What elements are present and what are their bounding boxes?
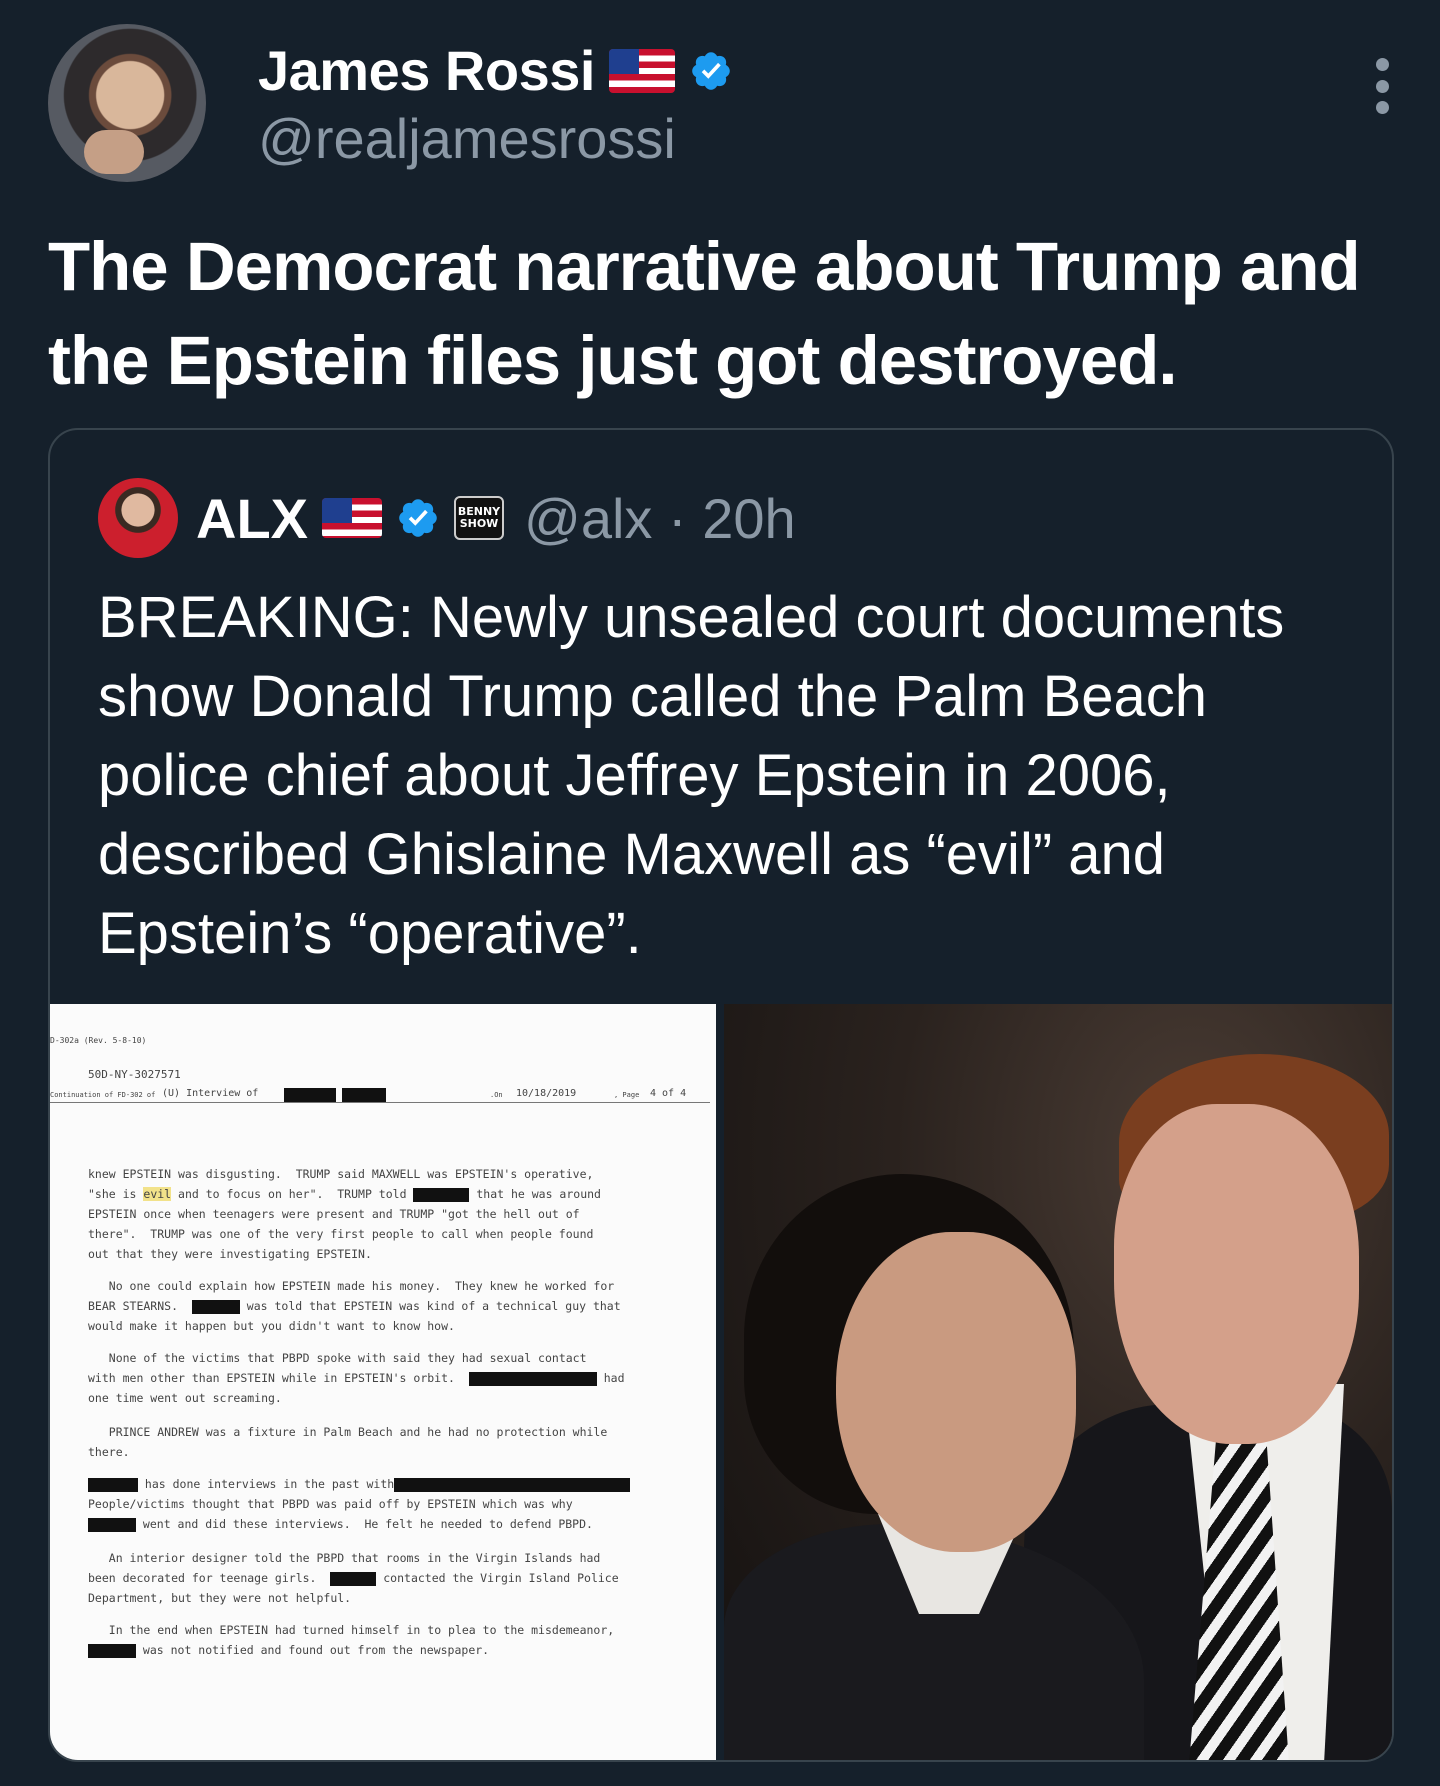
doc-continuation-row: Continuation of FD-302 of (U) Interview …	[50, 1088, 710, 1103]
redaction	[413, 1187, 470, 1202]
doc-line: with men other than EPSTEIN while in EPS…	[88, 1371, 469, 1385]
doc-line: went and did these interviews. He felt h…	[136, 1517, 593, 1531]
post-text: The Democrat narrative about Trump and t…	[48, 228, 1361, 399]
redaction	[191, 1299, 240, 1314]
us-flag-icon	[322, 498, 382, 538]
quoted-post[interactable]: ALX BENNY SHOW @alx · 20h BREAKING: Newl…	[48, 428, 1394, 1762]
doc-paragraph-1: knew EPSTEIN was disgusting. TRUMP said …	[88, 1164, 688, 1264]
quoted-media[interactable]: D-302a (Rev. 5-8-10) 50D-NY-3027571 Cont…	[50, 1004, 1392, 1760]
doc-line: had	[596, 1371, 625, 1385]
quoted-author-avatar[interactable]	[98, 478, 178, 558]
photo-image[interactable]	[724, 1004, 1392, 1760]
doc-page-label: , Page	[614, 1091, 640, 1099]
doc-line: and to focus on her". TRUMP told	[171, 1187, 414, 1201]
redaction	[330, 1571, 377, 1586]
author-name-row: James Rossi	[258, 38, 733, 103]
photo-man-face	[1114, 1104, 1359, 1444]
more-options-icon[interactable]	[1372, 58, 1392, 114]
photo-woman-face	[836, 1232, 1076, 1552]
author-name[interactable]: James Rossi	[258, 38, 595, 103]
doc-page: 4 of 4	[650, 1088, 687, 1099]
doc-form-number: D-302a (Rev. 5-8-10)	[50, 1036, 147, 1045]
redaction	[88, 1517, 136, 1532]
doc-line: BEAR STEARNS.	[88, 1299, 192, 1313]
quoted-header: ALX BENNY SHOW @alx · 20h	[98, 476, 796, 560]
doc-line: No one could explain how EPSTEIN made hi…	[88, 1279, 615, 1293]
doc-on-label: .On	[490, 1091, 503, 1099]
redaction	[284, 1088, 336, 1102]
doc-line: was not notified and found out from the …	[136, 1643, 490, 1657]
doc-line: would make it happen but you didn't want…	[88, 1319, 455, 1333]
redaction	[88, 1643, 136, 1658]
author-handle[interactable]: @realjamesrossi	[258, 106, 676, 171]
doc-line: In the end when EPSTEIN had turned himse…	[88, 1623, 615, 1637]
doc-date: 10/18/2019	[516, 1088, 577, 1099]
doc-line: An interior designer told the PBPD that …	[88, 1551, 601, 1565]
redaction	[342, 1088, 386, 1102]
us-flag-icon	[608, 48, 675, 93]
doc-line: None of the victims that PBPD spoke with…	[88, 1351, 587, 1365]
doc-line: contacted the Virgin Island Police	[376, 1571, 619, 1585]
doc-line: that he was around	[469, 1187, 601, 1201]
redaction	[394, 1477, 631, 1492]
doc-paragraph-7: In the end when EPSTEIN had turned himse…	[88, 1620, 688, 1660]
redaction	[88, 1477, 138, 1492]
doc-line: been decorated for teenage girls.	[88, 1571, 331, 1585]
doc-paragraph-5: has done interviews in the past with Peo…	[88, 1474, 688, 1534]
doc-line: EPSTEIN once when teenagers were present…	[88, 1207, 594, 1261]
doc-line: Department, but they were not helpful.	[88, 1591, 352, 1605]
doc-highlight: evil	[143, 1187, 172, 1201]
verified-badge-icon[interactable]	[396, 496, 440, 540]
court-document-image[interactable]: D-302a (Rev. 5-8-10) 50D-NY-3027571 Cont…	[50, 1004, 716, 1760]
doc-interview-label: (U) Interview of	[162, 1088, 259, 1099]
doc-paragraph-4: PRINCE ANDREW was a fixture in Palm Beac…	[88, 1425, 608, 1459]
doc-continuation-label: Continuation of FD-302 of	[50, 1091, 156, 1099]
post-header: James Rossi @realjamesrossi	[48, 24, 1392, 184]
doc-line: was told that EPSTEIN was kind of a tech…	[239, 1299, 621, 1313]
doc-line: People/victims thought that PBPD was pai…	[88, 1497, 573, 1511]
redaction	[468, 1371, 597, 1386]
doc-line: one time went out screaming.	[88, 1391, 282, 1405]
quoted-handle-time[interactable]: @alx · 20h	[524, 486, 796, 551]
doc-line: has done interviews in the past with	[138, 1477, 395, 1491]
author-avatar[interactable]	[48, 24, 206, 182]
quoted-author-name[interactable]: ALX	[196, 486, 308, 551]
verified-badge-icon[interactable]	[689, 49, 733, 93]
doc-line: "she is	[88, 1187, 144, 1201]
doc-line: knew EPSTEIN was disgusting. TRUMP said …	[88, 1167, 594, 1181]
affiliate-badge-icon[interactable]: BENNY SHOW	[454, 496, 504, 540]
quoted-text: BREAKING: Newly unsealed court documents…	[98, 585, 1285, 966]
doc-paragraph-3: None of the victims that PBPD spoke with…	[88, 1348, 688, 1408]
doc-file-number: 50D-NY-3027571	[88, 1068, 181, 1081]
doc-paragraph-6: An interior designer told the PBPD that …	[88, 1548, 688, 1608]
doc-paragraph-2: No one could explain how EPSTEIN made hi…	[88, 1276, 688, 1336]
